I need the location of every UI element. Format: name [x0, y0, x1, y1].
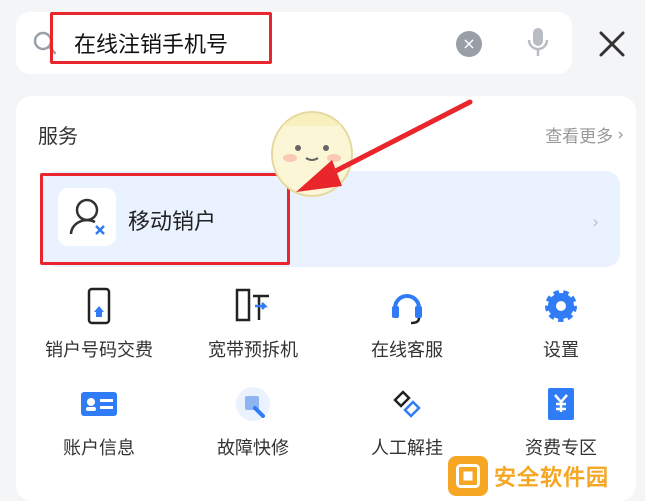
grid-label: 故障快修	[217, 438, 289, 459]
headset-icon	[392, 294, 422, 325]
watermark-text: 安全软件园	[494, 466, 610, 491]
grid-item-closing-payment[interactable]: 销户号码交费	[22, 286, 176, 376]
grid-label: 人工解挂	[371, 438, 443, 459]
grid-item-online-service[interactable]: 在线客服	[330, 286, 484, 376]
gear-icon	[545, 290, 577, 322]
site-watermark: 安全软件园	[448, 454, 638, 498]
section-title: 服务	[38, 124, 78, 148]
featured-service-label: 移动销户	[128, 210, 217, 235]
user-remove-icon	[58, 188, 116, 246]
view-more-label: 查看更多	[545, 127, 614, 147]
phone-payment-icon	[87, 287, 111, 325]
view-more-link[interactable]: 查看更多 ›	[545, 122, 624, 148]
watermark-logo-icon	[448, 456, 488, 496]
chevron-right-icon: ›	[617, 124, 624, 145]
microphone-icon[interactable]	[526, 26, 550, 60]
unlink-icon	[393, 390, 421, 418]
yuan-receipt-icon	[548, 388, 574, 420]
close-icon[interactable]	[596, 28, 628, 60]
grid-item-repair[interactable]: 故障快修	[176, 384, 330, 474]
id-card-icon	[81, 392, 117, 416]
broadband-icon	[235, 288, 269, 322]
mascot-sticker	[271, 111, 353, 197]
grid-label: 销户号码交费	[45, 340, 153, 361]
search-input[interactable]	[74, 27, 274, 59]
grid-item-account-info[interactable]: 账户信息	[22, 384, 176, 474]
grid-label: 账户信息	[63, 438, 135, 459]
grid-label: 设置	[543, 340, 579, 361]
grid-item-settings[interactable]: 设置	[484, 286, 638, 376]
grid-item-broadband[interactable]: 宽带预拆机	[176, 286, 330, 376]
search-bar: ×	[16, 12, 572, 74]
grid-label: 宽带预拆机	[208, 340, 298, 361]
repair-icon	[236, 387, 270, 421]
clear-button[interactable]: ×	[456, 31, 482, 57]
grid-label: 在线客服	[371, 340, 443, 361]
chevron-right-icon: ›	[592, 212, 600, 233]
